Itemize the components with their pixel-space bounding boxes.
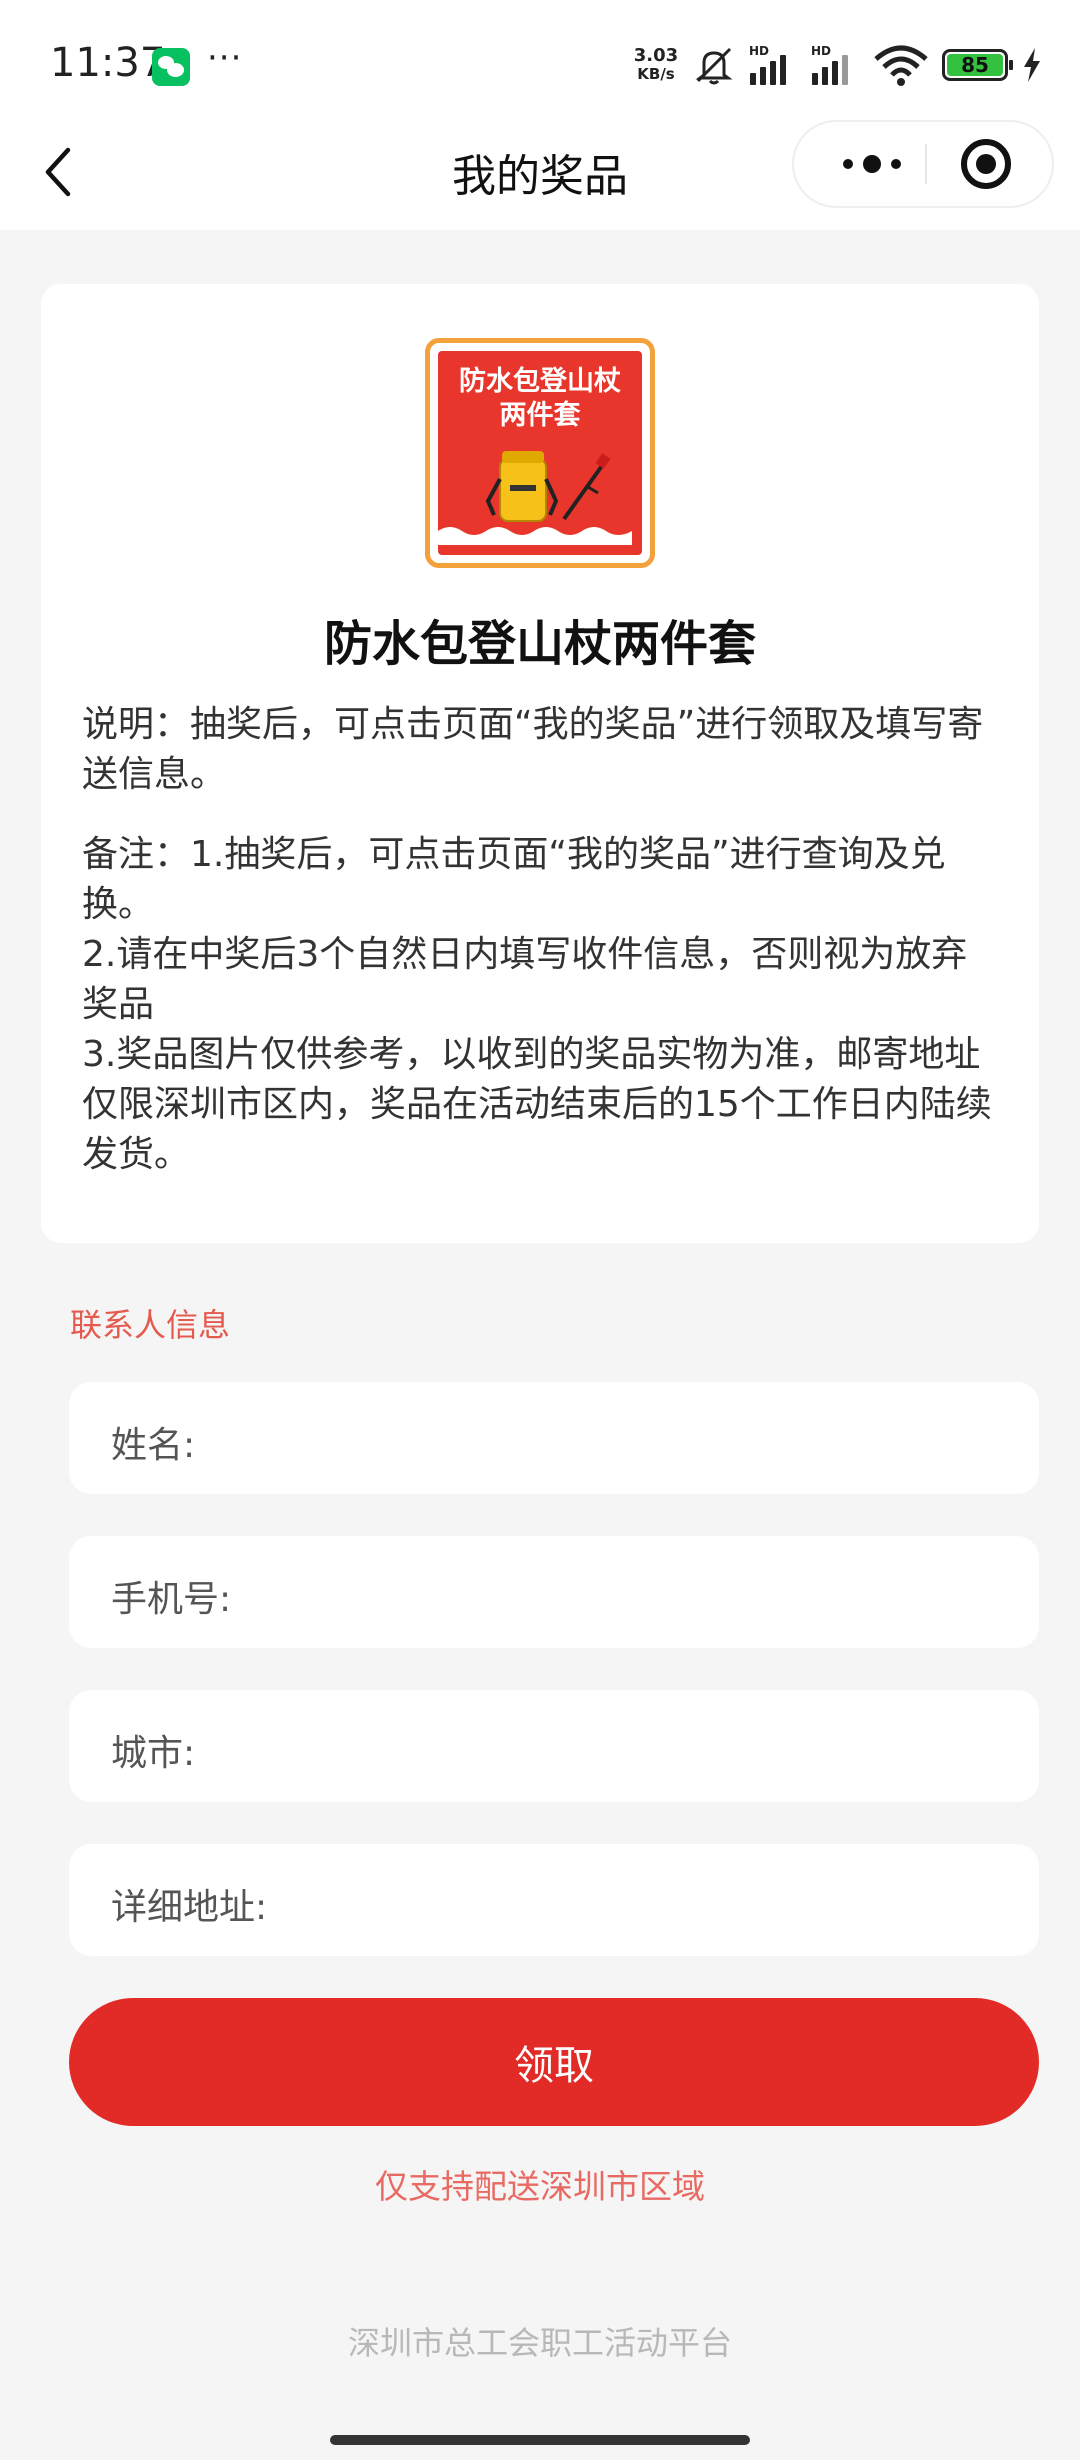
prize-description: 说明：抽奖后，可点击页面“我的奖品”进行领取及填写寄送信息。 (82, 704, 984, 795)
nav-bar: 我的奖品 (0, 120, 1080, 230)
status-bar: 11:37 ··· 3.03 KB/s HD HD 85 (0, 0, 1080, 120)
address-input[interactable] (319, 1866, 1009, 1934)
prize-note-3: 3.奖品图片仅供参考，以收到的奖品实物为准，邮寄地址仅限深圳市区内，奖品在活动结… (82, 1034, 992, 1175)
net-speed-unit: KB/s (637, 65, 675, 83)
phone-field[interactable]: 手机号: (69, 1536, 1039, 1648)
signal-icon: HD (749, 44, 800, 85)
footer-platform-name: 深圳市总工会职工活动平台 (347, 2324, 732, 2362)
city-field-label: 城市: (111, 1733, 196, 1774)
mini-program-capsule (792, 120, 1054, 208)
claim-button[interactable]: 领取 (69, 1998, 1039, 2126)
signal-hd-label-2: HD (811, 44, 832, 58)
region-note: 仅支持配送深圳市区域 (375, 2167, 705, 2206)
city-input[interactable] (279, 1712, 999, 1780)
prize-name: 防水包登山杖两件套 (323, 616, 756, 672)
home-indicator[interactable] (330, 2435, 750, 2445)
wechat-icon (152, 48, 190, 86)
net-speed: 3.03 KB/s (630, 45, 682, 84)
status-more-dots: ··· (207, 38, 243, 78)
signal-hd-label: HD (749, 44, 770, 58)
mute-icon (695, 47, 733, 85)
name-field-label: 姓名: (111, 1425, 196, 1466)
close-target-icon[interactable] (936, 122, 1036, 206)
prize-note-2: 2.请在中奖后3个自然日内填写收件信息，否则视为放弃奖品 (82, 934, 968, 1025)
more-dots-icon[interactable] (824, 122, 924, 206)
prize-note-1: 备注：1.抽奖后，可点击页面“我的奖品”进行查询及兑换。 (82, 834, 946, 925)
prize-illustration (438, 451, 632, 545)
prize-thumbnail: 防水包登山杖 两件套 (425, 338, 655, 568)
battery-icon: 85 (942, 49, 1013, 81)
prize-card: 防水包登山杖 两件套 防水包登山杖两件套 说明：抽奖后，可点击页面“我的奖品”进… (41, 284, 1039, 1243)
city-field[interactable]: 城市: (69, 1690, 1039, 1802)
contact-section-title: 联系人信息 (70, 1306, 231, 1344)
prize-notes: 备注：1.抽奖后，可点击页面“我的奖品”进行查询及兑换。 2.请在中奖后3个自然… (82, 830, 1002, 1180)
status-time: 11:37 (50, 40, 166, 86)
signal-icon-2: HD (811, 44, 862, 85)
wifi-icon (874, 45, 928, 86)
phone-field-label: 手机号: (111, 1579, 232, 1620)
battery-level: 85 (947, 54, 1003, 76)
address-field-label: 详细地址: (111, 1887, 268, 1928)
capsule-divider (925, 144, 927, 184)
address-field[interactable]: 详细地址: (69, 1844, 1039, 1956)
name-input[interactable] (279, 1404, 999, 1472)
name-field[interactable]: 姓名: (69, 1382, 1039, 1494)
phone-input[interactable] (279, 1558, 999, 1626)
prize-thumbnail-image: 防水包登山杖 两件套 (438, 351, 642, 555)
status-icons: 3.03 KB/s HD HD 85 (630, 43, 1042, 87)
charging-icon (1024, 48, 1040, 82)
net-speed-value: 3.03 (633, 45, 679, 66)
